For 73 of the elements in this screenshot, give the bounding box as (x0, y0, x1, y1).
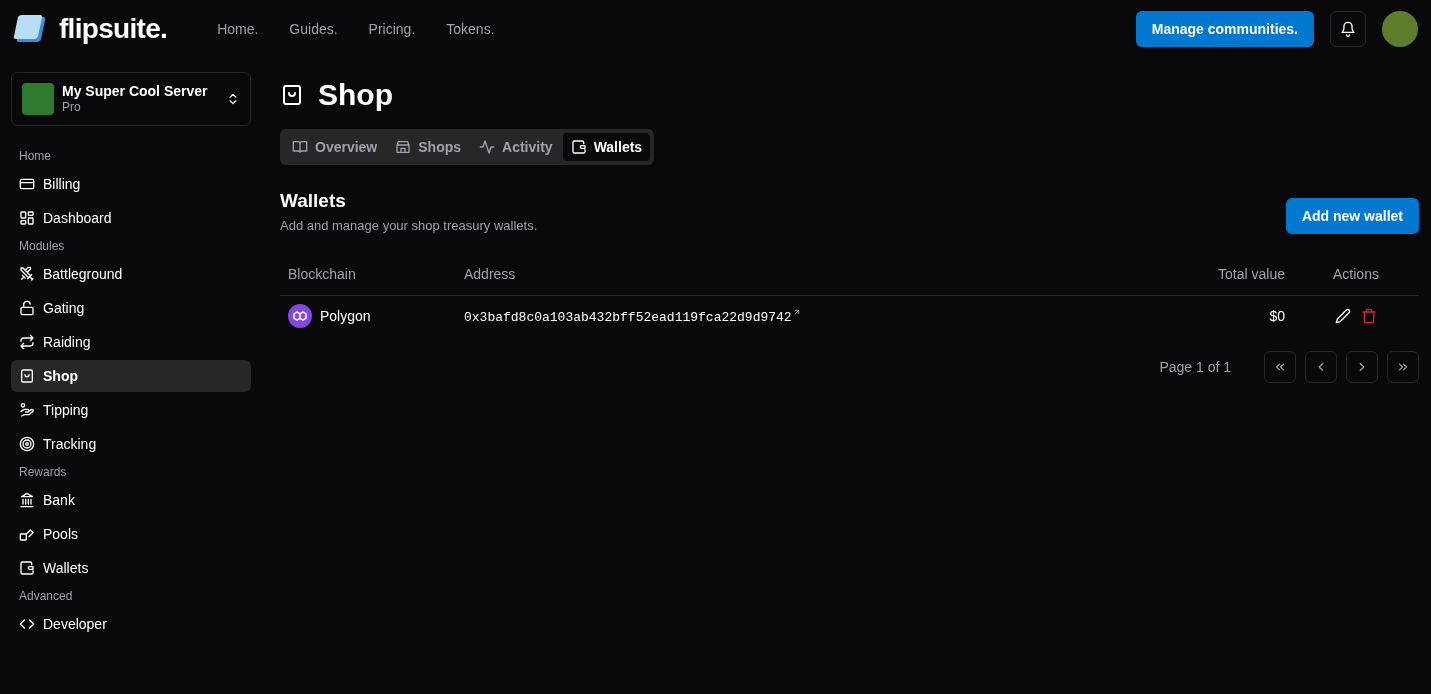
tab[interactable]: Activity (471, 133, 561, 161)
unlocked-padlock-icon (19, 300, 35, 316)
nav-link[interactable]: Pricing. (368, 18, 416, 40)
edit-button[interactable] (1335, 308, 1351, 325)
page-indicator: Page 1 of 1 (1159, 357, 1231, 377)
sidebar-item[interactable]: Wallets (11, 552, 251, 584)
section-subtitle: Add and manage your shop treasury wallets. (280, 216, 538, 235)
add-wallet-button[interactable]: Add new wallet (1285, 198, 1419, 234)
sidebar-item[interactable]: Bank (11, 484, 251, 516)
table-cell: $0 (1133, 295, 1293, 337)
sidebar-item[interactable]: Battleground (11, 258, 251, 290)
shopping-bag-icon (19, 368, 35, 384)
open-book-icon (292, 139, 308, 155)
brand-name: flipsuite. (59, 12, 168, 46)
sidebar-item[interactable]: Developer (11, 608, 251, 640)
external-link-icon (792, 307, 801, 316)
pencil-icon (1335, 308, 1351, 325)
user-avatar[interactable] (1382, 11, 1418, 47)
sidebar-section-label: Home (18, 148, 52, 165)
tab[interactable]: Shops (387, 133, 470, 161)
sidebar-item[interactable]: Dashboard (11, 202, 251, 234)
shapes-icon (19, 526, 35, 542)
delete-button[interactable] (1361, 308, 1377, 325)
crossed-swords-icon (19, 266, 35, 282)
sidebar-section-label: Advanced (18, 588, 74, 605)
bank-building-icon (19, 492, 35, 508)
bell-icon (1340, 21, 1356, 37)
notifications-button[interactable] (1330, 11, 1366, 47)
manage-communities-button[interactable]: Manage communities. (1135, 11, 1314, 47)
storefront-icon (395, 139, 412, 155)
server-plan: Pro (62, 100, 81, 116)
target-icon (19, 436, 35, 452)
column-header: Total value (1133, 255, 1293, 295)
sidebar-section-label: Rewards (18, 464, 68, 481)
sidebar-item[interactable]: Tracking (11, 428, 251, 460)
shopping-bag-icon (280, 82, 304, 107)
sidebar-item[interactable]: Pools (11, 518, 251, 550)
server-image-placeholder (22, 83, 54, 115)
sidebar-section-label: Modules (18, 238, 66, 255)
logo-icon (13, 14, 47, 44)
nav-link[interactable]: Tokens. (446, 18, 495, 40)
first-page-button[interactable] (1264, 351, 1296, 383)
column-header: Address (456, 255, 1134, 295)
nav-link[interactable]: Home. (217, 18, 259, 40)
credit-card-icon (19, 176, 35, 192)
code-icon (19, 616, 35, 632)
sidebar-item[interactable]: Tipping (11, 394, 251, 426)
chain-logo-icon (288, 304, 312, 329)
section-title: Wallets (280, 189, 347, 213)
sidebar-item[interactable]: Raiding (11, 326, 251, 358)
column-header: Blockchain (280, 255, 456, 295)
chevrons-right-icon (1396, 360, 1410, 374)
dashboard-icon (19, 210, 35, 226)
nav-link[interactable]: Guides. (289, 18, 338, 40)
sidebar-item[interactable]: Shop (11, 360, 251, 392)
page-title: Shop (318, 77, 393, 113)
wallet-icon (570, 139, 587, 155)
address-link[interactable]: 0x3bafd8c0a103ab432bff52ead119fca22d9d9742 (464, 307, 801, 327)
last-page-button[interactable] (1387, 351, 1419, 383)
chevrons-left-icon (1273, 360, 1287, 374)
tab[interactable]: Overview (284, 133, 386, 161)
trash-icon (1361, 308, 1377, 325)
sidebar-item[interactable]: Gating (11, 292, 251, 324)
activity-icon (479, 139, 496, 155)
sidebar-item[interactable]: Billing (11, 168, 251, 200)
column-header: Actions (1293, 255, 1419, 295)
repeat-arrows-icon (19, 334, 35, 350)
hand-coin-icon (19, 402, 35, 418)
wallet-icon (19, 560, 35, 576)
server-name: My Super Cool Server (62, 82, 208, 101)
server-switcher[interactable]: My Super Cool Server Pro (11, 72, 251, 126)
table-cell-text: Polygon (320, 306, 371, 326)
tab[interactable]: Wallets (562, 133, 651, 161)
